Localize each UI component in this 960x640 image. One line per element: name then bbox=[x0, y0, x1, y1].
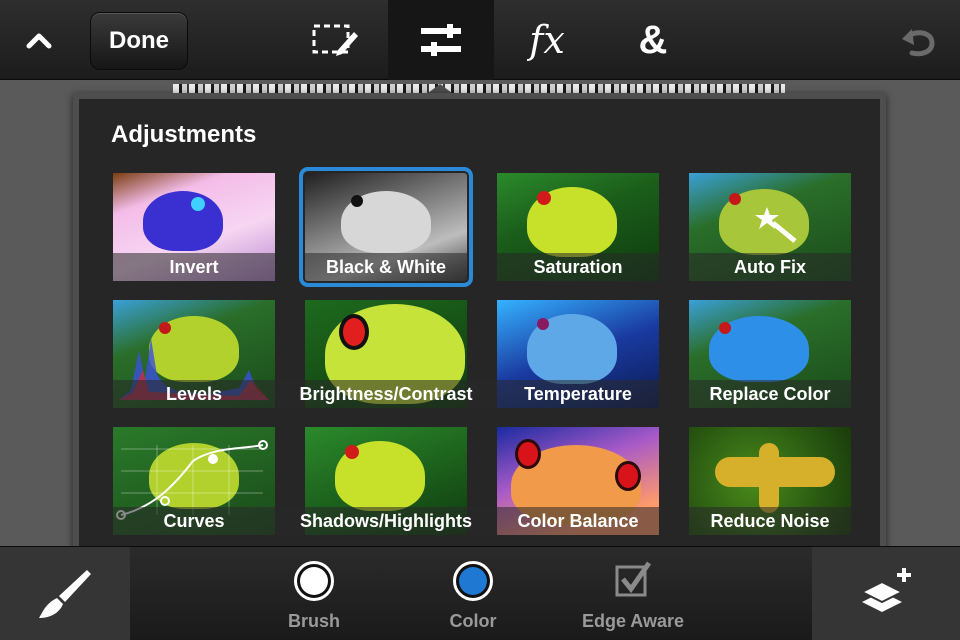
undo-icon bbox=[902, 29, 935, 57]
tile-label: Auto Fix bbox=[689, 253, 851, 281]
edge-aware-option[interactable]: Edge Aware bbox=[563, 561, 703, 632]
effects-tool[interactable]: fx bbox=[494, 0, 600, 80]
checkbox-checked-icon[interactable] bbox=[613, 561, 653, 601]
adjustment-auto-fix[interactable]: Auto Fix bbox=[689, 173, 851, 281]
popup-title: Adjustments bbox=[111, 121, 257, 148]
adjustment-color-balance[interactable]: Color Balance bbox=[497, 427, 659, 535]
brush-tool-button[interactable] bbox=[0, 547, 130, 640]
adjustments-popup: Adjustments Invert Black & White Saturat… bbox=[73, 93, 886, 569]
tile-label: Temperature bbox=[497, 380, 659, 408]
tile-label: Saturation bbox=[497, 253, 659, 281]
adjustments-tool[interactable] bbox=[388, 0, 494, 80]
tile-label: Brightness/Contrast bbox=[275, 380, 497, 408]
color-label: Color bbox=[449, 611, 497, 631]
adjustment-invert[interactable]: Invert bbox=[113, 173, 275, 281]
color-radio[interactable] bbox=[453, 561, 493, 601]
tile-label: Black & White bbox=[305, 253, 467, 281]
bottom-toolbar: Brush Color Edge Aware bbox=[0, 546, 960, 640]
marquee-pencil-icon bbox=[312, 24, 358, 56]
selection-tool[interactable] bbox=[282, 0, 388, 80]
tile-label: Invert bbox=[113, 253, 275, 281]
chevron-up-icon bbox=[26, 33, 52, 49]
adjustment-curves[interactable]: Curves bbox=[113, 427, 275, 535]
tile-label: Shadows/Highlights bbox=[275, 507, 497, 535]
tile-label: Replace Color bbox=[689, 380, 851, 408]
brush-label: Brush bbox=[287, 611, 340, 631]
color-option[interactable]: Color bbox=[403, 561, 543, 632]
layers-add-icon bbox=[859, 568, 911, 612]
tile-label: Curves bbox=[113, 507, 275, 535]
adjustment-levels[interactable]: Levels bbox=[113, 300, 275, 408]
collapse-button[interactable] bbox=[14, 18, 64, 62]
undo-button[interactable] bbox=[898, 20, 942, 64]
tile-label: Levels bbox=[113, 380, 275, 408]
done-button[interactable]: Done bbox=[90, 12, 188, 70]
top-toolbar: Done fx & bbox=[0, 0, 960, 80]
edge-aware-label: Edge Aware bbox=[581, 611, 685, 631]
adjustment-black-white[interactable]: Black & White bbox=[299, 167, 473, 287]
add-layer-button[interactable] bbox=[812, 547, 960, 640]
adjustment-brightness-contrast[interactable]: Brightness/Contrast bbox=[275, 300, 497, 408]
sliders-icon bbox=[421, 24, 461, 56]
fx-icon: fx bbox=[529, 18, 565, 62]
ampersand-icon: & bbox=[638, 17, 668, 62]
brush-option[interactable]: Brush bbox=[244, 561, 384, 632]
tile-label: Color Balance bbox=[497, 507, 659, 535]
adjustment-replace-color[interactable]: Replace Color bbox=[689, 300, 851, 408]
adjustment-reduce-noise[interactable]: Reduce Noise bbox=[689, 427, 851, 535]
adjustment-temperature[interactable]: Temperature bbox=[497, 300, 659, 408]
paintbrush-icon bbox=[39, 570, 91, 618]
brush-radio[interactable] bbox=[294, 561, 334, 601]
adjustment-saturation[interactable]: Saturation bbox=[497, 173, 659, 281]
tile-label: Reduce Noise bbox=[689, 507, 851, 535]
layers-combine-tool[interactable]: & bbox=[600, 0, 706, 80]
adjustment-shadows-highlights[interactable]: Shadows/Highlights bbox=[275, 427, 497, 535]
magic-wand-icon bbox=[755, 207, 797, 243]
